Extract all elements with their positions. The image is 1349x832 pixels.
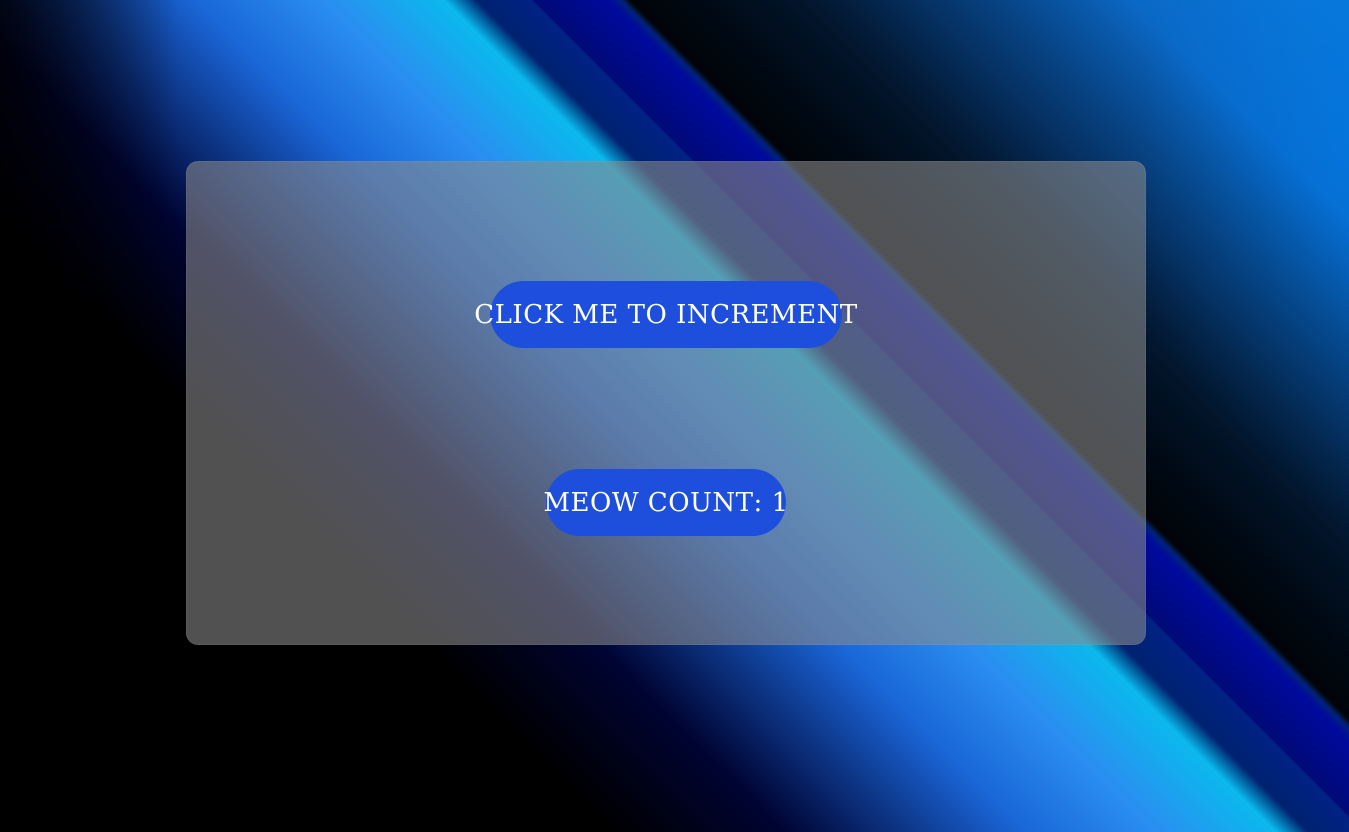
meow-count-label: Meow count bbox=[543, 487, 754, 518]
meow-count-separator: : bbox=[753, 487, 772, 518]
increment-button[interactable]: Click me to increment bbox=[474, 281, 857, 348]
meow-count-value: 1 bbox=[771, 487, 789, 518]
glass-panel: Click me to increment Meow count: 1 bbox=[186, 161, 1146, 645]
meow-count-display: Meow count: 1 bbox=[543, 469, 789, 536]
